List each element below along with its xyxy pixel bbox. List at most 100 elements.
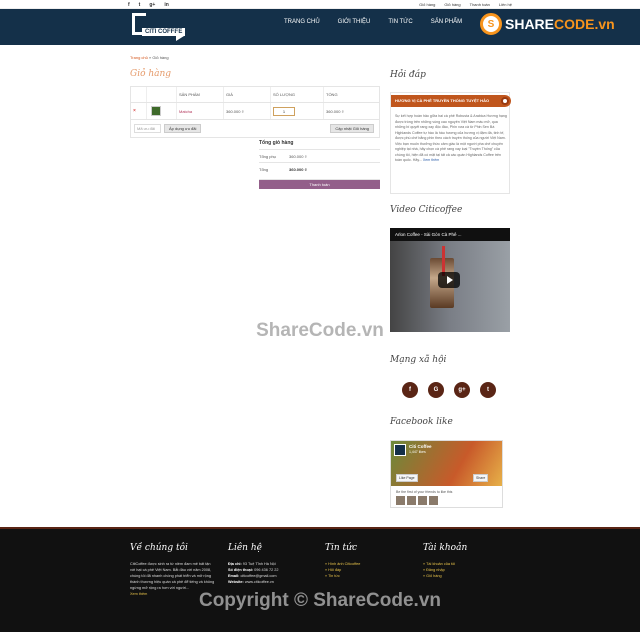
cart-totals: Tổng giỏ hàng Tổng phụ 360.000 ₫ Tổng 36…: [259, 140, 380, 189]
footer-account-title: Tài khoản: [423, 543, 468, 553]
facebook-title: Facebook like: [390, 417, 453, 427]
col-remove: [131, 87, 146, 102]
top-link-contact[interactable]: Liên hệ: [499, 2, 512, 7]
facebook-icon[interactable]: f: [128, 2, 130, 8]
subtotal-row: Tổng phụ 360.000 ₫: [259, 149, 380, 162]
footer-news-title: Tin tức: [325, 543, 357, 553]
play-icon[interactable]: [438, 272, 460, 288]
logo-arrow-icon: [176, 31, 184, 41]
google-icon[interactable]: G: [428, 382, 444, 398]
main-nav: TRANG CHỦ GIỚI THIỆU TIN TỨC SẢN PHẨM: [275, 9, 471, 45]
facebook-page-name[interactable]: Citi Coffee: [409, 444, 432, 449]
facebook-avatar[interactable]: [394, 444, 406, 456]
breadcrumb: Trang chủ » Giỏ hàng: [130, 55, 169, 60]
social-icons: f G g+ t: [402, 382, 496, 398]
col-product: SẢN PHẨM: [176, 87, 223, 102]
video-player[interactable]: Arlon Coffee - Sài Gòn Cà Phê ...: [390, 228, 510, 332]
twitter-icon[interactable]: t: [480, 382, 496, 398]
cart-table: SẢN PHẨM GIÁ SỐ LƯỢNG TỔNG × Matcha 360.…: [130, 86, 380, 138]
news-widget: HƯƠNG VỊ CÀ PHÊ TRUYỀN THỐNG TUYỆT HẢO S…: [390, 92, 511, 194]
remove-item-icon[interactable]: ×: [133, 108, 136, 114]
main-header: CITI COFFEE TRANG CHỦ GIỚI THIỆU TIN TỨC…: [0, 9, 640, 45]
facebook-faces: [396, 496, 438, 505]
checkout-button[interactable]: Thanh toán: [259, 179, 380, 189]
breadcrumb-separator: »: [149, 55, 152, 60]
top-link-checkout[interactable]: Thanh toán: [470, 2, 490, 7]
phone-value: 096 436 72 22: [254, 568, 279, 572]
item-total: 360.000 ₫: [323, 103, 368, 119]
social-title: Mạng xã hội: [390, 355, 447, 365]
news-body: Sự kết hợp hoàn hảo giữa hai cà phê Robu…: [395, 114, 507, 162]
sharecode-watermark-logo: S SHARECODE.vn: [480, 13, 615, 35]
nav-news[interactable]: TIN TỨC: [379, 9, 421, 45]
news-text: Sự kết hợp hoàn hảo giữa hai cà phê Robu…: [395, 114, 507, 164]
top-links: Giỏ hàng Giỏ hàng Thanh toán Liên hệ: [419, 2, 512, 7]
news-banner[interactable]: HƯƠNG VỊ CÀ PHÊ TRUYỀN THỐNG TUYỆT HẢO: [391, 95, 511, 107]
footer-about-more[interactable]: Xem thêm: [130, 591, 215, 597]
footer-about-text: CitiCoffee được sinh ra từ niềm đam mê b…: [130, 562, 215, 590]
news-more-link[interactable]: Xem thêm: [423, 158, 439, 162]
footer-contact-title: Liên hệ: [228, 543, 262, 553]
product-thumbnail[interactable]: [151, 106, 161, 116]
col-price: GIÁ: [223, 87, 270, 102]
facebook-icon[interactable]: f: [402, 382, 418, 398]
top-link-cart[interactable]: Giỏ hàng: [419, 2, 435, 7]
facebook-page-widget: Citi Coffee 1,447 likes Like Page Share …: [390, 440, 503, 508]
footer-about: Về chúng tôi CitiCoffee được sinh ra từ …: [130, 543, 215, 597]
nav-about[interactable]: GIỚI THIỆU: [329, 9, 380, 45]
col-total: TỔNG: [323, 87, 368, 102]
site-logo[interactable]: CITI COFFEE: [132, 13, 190, 41]
address-label: Địa chỉ:: [228, 562, 242, 566]
footer-account: Tài khoản » Tài khoản của tôi » Đăng nhậ…: [423, 543, 508, 579]
email-value[interactable]: citicoffee@gmail.com: [240, 574, 276, 578]
subtotal-value: 360.000 ₫: [289, 153, 307, 159]
footer-about-title: Về chúng tôi: [130, 543, 188, 553]
breadcrumb-home[interactable]: Trang chủ: [130, 55, 148, 60]
cart-header-row: SẢN PHẨM GIÁ SỐ LƯỢNG TỔNG: [131, 87, 379, 103]
footer-news-link[interactable]: » Tin tức: [325, 573, 410, 579]
footer-news: Tin tức » Hình ảnh Citicoffee » Hỏi đáp …: [325, 543, 410, 579]
quantity-input[interactable]: 1: [273, 106, 295, 116]
col-thumb: [146, 87, 176, 102]
top-social-links: f t g+ in: [128, 2, 169, 8]
website-value[interactable]: www.citicoffee.vn: [245, 580, 274, 584]
top-link-cart-2[interactable]: Giỏ hàng: [444, 2, 460, 7]
top-bar: f t g+ in Giỏ hàng Giỏ hàng Thanh toán L…: [0, 0, 640, 9]
table-row: × Matcha 360.000 ₫ 1 360.000 ₫: [131, 103, 379, 120]
facebook-like-button[interactable]: Like Page: [396, 474, 418, 482]
nav-products[interactable]: SẢN PHẨM: [422, 9, 471, 45]
cart-totals-title: Tổng giỏ hàng: [259, 140, 294, 146]
coffee-cup-icon: [501, 97, 509, 105]
linkedin-icon[interactable]: in: [164, 2, 168, 8]
video-caption: Arlon Coffee - Sài Gòn Cà Phê ...: [390, 228, 510, 241]
facebook-like-count: 1,447 likes: [409, 450, 426, 454]
coupon-input[interactable]: Mã ưu đãi: [134, 124, 161, 133]
google-plus-icon[interactable]: g+: [149, 2, 155, 8]
total-value: 360.000 ₫: [289, 166, 307, 172]
website-label: Website:: [228, 580, 244, 584]
product-name-link[interactable]: Matcha: [179, 109, 192, 114]
brand-suffix: CODE.vn: [554, 16, 615, 32]
google-plus-icon[interactable]: g+: [454, 382, 470, 398]
video-title: Video Citicoffee: [390, 205, 463, 215]
site-footer: Về chúng tôi CitiCoffee được sinh ra từ …: [0, 527, 640, 632]
qa-title: Hỏi đáp: [390, 70, 426, 80]
facebook-friends-text: Be the first of your friends to like thi…: [396, 490, 453, 494]
email-label: Email:: [228, 574, 240, 578]
total-row: Tổng 360.000 ₫: [259, 162, 380, 175]
sharecode-globe-icon: S: [480, 13, 502, 35]
footer-contact: Liên hệ Địa chỉ: 93 Tuệ Tĩnh Hà Nội Số đ…: [228, 543, 313, 585]
brand-prefix: SHARE: [505, 16, 555, 32]
address-value: 93 Tuệ Tĩnh Hà Nội: [242, 562, 276, 566]
cart-actions: Mã ưu đãi Áp dụng ưu đãi Cập nhật Giỏ hà…: [131, 120, 379, 137]
footer-account-link[interactable]: » Giỏ hàng: [423, 573, 508, 579]
update-cart-button[interactable]: Cập nhật Giỏ hàng: [330, 124, 374, 133]
facebook-share-button[interactable]: Share: [473, 474, 489, 482]
nav-home[interactable]: TRANG CHỦ: [275, 9, 329, 45]
twitter-icon[interactable]: t: [139, 2, 141, 8]
total-label: Tổng: [259, 166, 269, 172]
item-price: 360.000 ₫: [223, 103, 270, 119]
phone-label: Số điện thoại:: [228, 568, 254, 572]
subtotal-label: Tổng phụ: [259, 153, 276, 159]
apply-coupon-button[interactable]: Áp dụng ưu đãi: [164, 124, 202, 133]
